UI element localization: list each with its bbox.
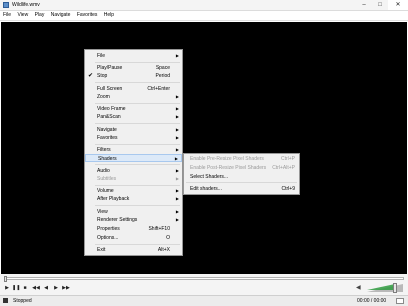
submenu-item-enable-pre-resize[interactable]: Enable Pre-Resize Pixel Shaders Ctrl+P xyxy=(184,155,299,163)
menu-item-subtitles[interactable]: Subtitles ▶ xyxy=(85,175,182,183)
menu-separator xyxy=(95,164,180,165)
menu-item-shaders[interactable]: Shaders ▶ xyxy=(85,154,182,162)
submenu-arrow-icon: ▶ xyxy=(175,106,179,111)
submenu-arrow-icon: ▶ xyxy=(175,135,179,140)
skip-forward-icon[interactable]: ▶▶ xyxy=(62,284,70,292)
submenu-item-select-shaders[interactable]: Select Shaders... xyxy=(184,173,299,181)
submenu-arrow-icon: ▶ xyxy=(175,209,179,214)
submenu-arrow-icon: ▶ xyxy=(175,53,179,58)
submenu-arrow-icon: ▶ xyxy=(175,168,179,173)
submenu-item-enable-post-resize[interactable]: Enable Post-Resize Pixel Shaders Ctrl+Alt… xyxy=(184,164,299,172)
menu-item-options[interactable]: Options... O xyxy=(85,234,182,242)
stop-status-icon xyxy=(3,298,8,303)
menu-separator xyxy=(95,103,180,104)
skip-back-icon[interactable]: ◀◀ xyxy=(32,284,40,292)
minimize-button[interactable]: – xyxy=(356,0,372,10)
close-button[interactable]: ✕ xyxy=(388,0,408,10)
menu-separator xyxy=(95,62,180,63)
menu-view[interactable]: View xyxy=(15,11,30,20)
menu-item-zoom[interactable]: Zoom ▶ xyxy=(85,93,182,101)
stop-icon[interactable]: ■ xyxy=(21,284,29,292)
menu-item-file[interactable]: File ▶ xyxy=(85,52,182,60)
seek-bar[interactable] xyxy=(0,274,408,283)
status-bar: Stopped 00:00 / 00:00 xyxy=(0,295,408,306)
menu-favorites[interactable]: Favorites xyxy=(75,11,100,20)
menu-item-navigate[interactable]: Navigate ▶ xyxy=(85,126,182,134)
menu-bar: File View Play Navigate Favorites Help xyxy=(0,11,408,21)
submenu-arrow-icon: ▶ xyxy=(174,156,178,161)
submenu-item-edit-shaders[interactable]: Edit shaders... Ctrl+9 xyxy=(184,185,299,193)
menu-item-view[interactable]: View ▶ xyxy=(85,208,182,216)
submenu-arrow-icon: ▶ xyxy=(175,176,179,181)
menu-navigate[interactable]: Navigate xyxy=(49,11,73,20)
speaker-icon[interactable]: ◀ xyxy=(356,284,361,292)
menu-help[interactable]: Help xyxy=(102,11,116,20)
menu-separator xyxy=(186,182,297,183)
menu-separator xyxy=(95,185,180,186)
volume-level xyxy=(367,284,395,290)
frame-back-icon[interactable]: ◀ xyxy=(42,284,50,292)
menu-item-favorites[interactable]: Favorites ▶ xyxy=(85,134,182,142)
context-menu: File ▶ Play/Pause Space ✔ Stop Period Full S… xyxy=(84,49,183,256)
play-icon[interactable]: ▶ xyxy=(3,284,11,292)
playback-status: Stopped xyxy=(13,298,32,304)
submenu-arrow-icon: ▶ xyxy=(175,147,179,152)
menu-separator xyxy=(95,123,180,124)
title-bar: Wildlife.wmv – □ ✕ xyxy=(0,0,408,11)
menu-separator xyxy=(95,82,180,83)
time-display: 00:00 / 00:00 xyxy=(357,298,387,304)
submenu-arrow-icon: ▶ xyxy=(175,217,179,222)
menu-item-full-screen[interactable]: Full Screen Ctrl+Enter xyxy=(85,85,182,93)
menu-item-renderer-settings[interactable]: Renderer Settings ▶ xyxy=(85,216,182,224)
submenu-arrow-icon: ▶ xyxy=(175,94,179,99)
check-icon: ✔ xyxy=(88,73,94,79)
playback-controls: ▶ ❚❚ ■ ◀◀ ◀ ▶ ▶▶ ◀ xyxy=(0,283,408,295)
menu-item-play-pause[interactable]: Play/Pause Space xyxy=(85,64,182,72)
seek-thumb[interactable] xyxy=(4,276,7,282)
menu-item-video-frame[interactable]: Video Frame ▶ xyxy=(85,105,182,113)
frame-forward-icon[interactable]: ▶ xyxy=(52,284,60,292)
maximize-button[interactable]: □ xyxy=(372,0,388,10)
menu-item-pan-scan[interactable]: Pan&Scan ▶ xyxy=(85,113,182,121)
monitor-icon xyxy=(396,298,404,304)
volume-thumb[interactable] xyxy=(393,283,398,293)
submenu-arrow-icon: ▶ xyxy=(175,188,179,193)
submenu-arrow-icon: ▶ xyxy=(175,196,179,201)
menu-item-exit[interactable]: Exit Alt+X xyxy=(85,246,182,254)
submenu-arrow-icon: ▶ xyxy=(175,114,179,119)
window-title: Wildlife.wmv xyxy=(12,2,40,8)
video-area[interactable] xyxy=(1,22,407,274)
seek-track[interactable] xyxy=(4,277,404,280)
menu-file[interactable]: File xyxy=(1,11,13,20)
menu-item-after-playback[interactable]: After Playback ▶ xyxy=(85,195,182,203)
menu-play[interactable]: Play xyxy=(33,11,47,20)
app-icon xyxy=(3,2,9,8)
menu-separator xyxy=(95,244,180,245)
menu-item-audio[interactable]: Audio ▶ xyxy=(85,167,182,175)
menu-item-properties[interactable]: Properties Shift+F10 xyxy=(85,225,182,233)
menu-item-stop[interactable]: ✔ Stop Period xyxy=(85,72,182,80)
shaders-submenu: Enable Pre-Resize Pixel Shaders Ctrl+P En… xyxy=(183,153,300,195)
submenu-arrow-icon: ▶ xyxy=(175,127,179,132)
menu-separator xyxy=(95,144,180,145)
pause-icon[interactable]: ❚❚ xyxy=(12,284,20,292)
menu-separator xyxy=(95,205,180,206)
menu-item-filters[interactable]: Filters ▶ xyxy=(85,146,182,154)
menu-item-volume[interactable]: Volume ▶ xyxy=(85,187,182,195)
